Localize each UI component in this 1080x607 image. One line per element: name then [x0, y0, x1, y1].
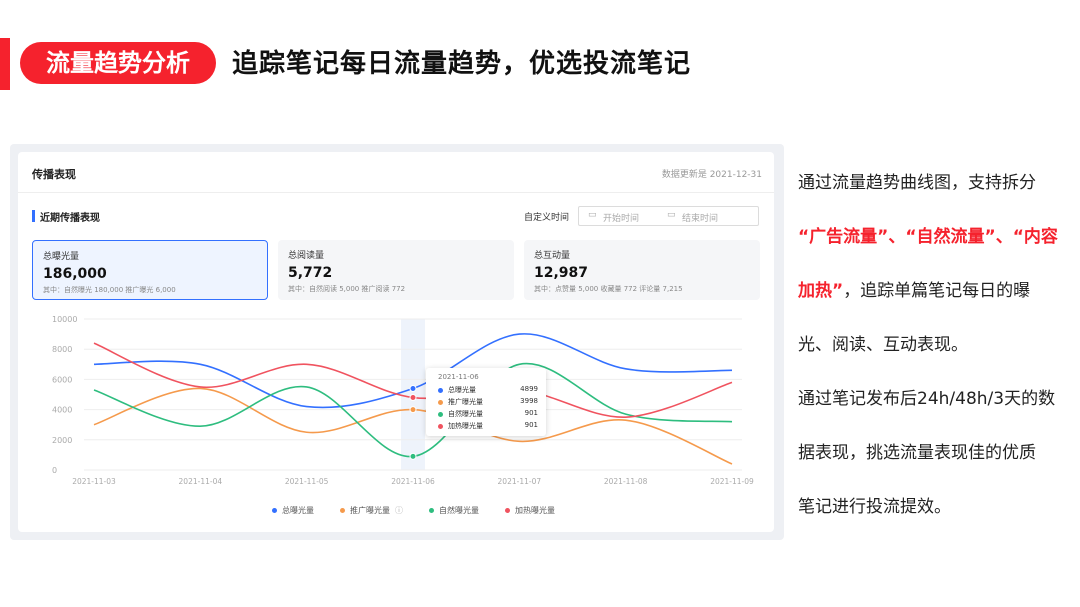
- tooltip-row: 总曝光量 4899: [438, 385, 538, 396]
- legend-label: 总曝光量: [282, 506, 314, 515]
- metric-breakdown: 其中：点赞量 5,000 收藏量 772 评论量 7,215: [534, 285, 683, 293]
- x-tick-label: 2021-11-05: [285, 477, 329, 486]
- y-tick-label: 8000: [52, 345, 72, 354]
- description-line: 通过笔记发布后24h/48h/3天的数: [798, 389, 1056, 409]
- tooltip-swatch: [438, 424, 443, 429]
- description-line: 通过流量趋势曲线图，支持拆分: [798, 173, 1036, 193]
- section-marker: [32, 210, 35, 222]
- section-pill: 流量趋势分析: [20, 42, 216, 84]
- legend-item[interactable]: 自然曝光量: [429, 505, 479, 516]
- y-tick-label: 10000: [52, 315, 77, 324]
- metric-label: 总互动量: [534, 251, 571, 261]
- metric-label: 总阅读量: [288, 251, 325, 261]
- tooltip-swatch: [438, 388, 443, 393]
- metric-value: 12,987: [534, 265, 589, 281]
- update-timestamp: 数据更新是 2021-12-31: [661, 170, 762, 180]
- legend-label: 加热曝光量: [515, 506, 555, 515]
- description-line: 笔记进行投流提效。: [798, 497, 951, 517]
- metric-breakdown: 其中：自然阅读 5,000 推广阅读 772: [288, 285, 406, 293]
- accent-bar: [0, 38, 10, 90]
- metric-label: 总曝光量: [43, 252, 80, 262]
- legend-swatch: [340, 508, 345, 513]
- description-line: 加热”，追踪单篇笔记每日的曝: [798, 281, 1031, 301]
- description-line: “广告流量”、“自然流量”、“内容: [798, 227, 1058, 247]
- x-tick-label: 2021-11-08: [604, 477, 648, 486]
- metric-breakdown: 其中：自然曝光 180,000 推广曝光 6,000: [43, 286, 176, 294]
- legend-swatch: [272, 508, 277, 513]
- page-headline: 追踪笔记每日流量趋势，优选投流笔记: [232, 49, 692, 79]
- x-tick-label: 2021-11-03: [72, 477, 116, 486]
- legend-label: 推广曝光量: [350, 506, 390, 515]
- chart-tooltip: 2021-11-06 总曝光量 4899 推广曝光量 3998 自然曝光量 901 加…: [426, 368, 546, 436]
- metric-value: 5,772: [288, 265, 333, 281]
- calendar-icon: ▭: [667, 210, 676, 220]
- data-point: [409, 406, 417, 414]
- chart-legend: 总曝光量 推广曝光量 ⓘ 自然曝光量 加热曝光量: [272, 505, 555, 516]
- info-icon: ⓘ: [395, 506, 403, 515]
- tooltip-swatch: [438, 412, 443, 417]
- metric-card-interactions[interactable]: 总互动量 12,987 其中：点赞量 5,000 收藏量 772 评论量 7,2…: [524, 240, 760, 300]
- data-point: [409, 452, 417, 460]
- x-tick-label: 2021-11-09: [710, 477, 754, 486]
- tooltip-row: 推广曝光量 3998: [438, 397, 538, 408]
- tooltip-date: 2021-11-06: [438, 373, 479, 381]
- section-title: 近期传播表现: [40, 213, 100, 224]
- legend-item[interactable]: 推广曝光量 ⓘ: [340, 505, 403, 516]
- legend-item[interactable]: 加热曝光量: [505, 505, 555, 516]
- y-tick-label: 4000: [52, 406, 72, 415]
- data-point: [409, 394, 417, 402]
- description-line: 光、阅读、互动表现。: [798, 335, 968, 355]
- data-point: [409, 384, 417, 392]
- divider: [18, 192, 774, 193]
- legend-label: 自然曝光量: [439, 506, 479, 515]
- calendar-icon: ▭: [588, 210, 597, 220]
- x-tick-label: 2021-11-06: [391, 477, 435, 486]
- start-date-input[interactable]: 开始时间: [603, 211, 639, 224]
- description-text: 通过流量趋势曲线图，支持拆分 “广告流量”、“自然流量”、“内容 加热”，追踪单…: [798, 156, 1068, 534]
- legend-swatch: [505, 508, 510, 513]
- description-line: 据表现，挑选流量表现佳的优质: [798, 443, 1036, 463]
- end-date-input[interactable]: 结束时间: [682, 211, 718, 224]
- metric-card-reads[interactable]: 总阅读量 5,772 其中：自然阅读 5,000 推广阅读 772: [278, 240, 514, 300]
- card-title: 传播表现: [32, 168, 76, 181]
- metric-value: 186,000: [43, 266, 107, 282]
- y-tick-label: 0: [52, 466, 57, 475]
- y-tick-label: 6000: [52, 375, 72, 384]
- legend-item[interactable]: 总曝光量: [272, 505, 314, 516]
- tooltip-swatch: [438, 400, 443, 405]
- x-tick-label: 2021-11-04: [179, 477, 223, 486]
- tooltip-row: 加热曝光量 901: [438, 421, 538, 432]
- metric-card-exposure[interactable]: 总曝光量 186,000 其中：自然曝光 180,000 推广曝光 6,000: [32, 240, 268, 300]
- traffic-line-chart[interactable]: 0 2000 4000 6000 8000 10000 2021-11-03 2021-11-…: [18, 308, 774, 498]
- legend-swatch: [429, 508, 434, 513]
- x-tick-label: 2021-11-07: [498, 477, 542, 486]
- y-tick-label: 2000: [52, 436, 72, 445]
- date-range-picker[interactable]: ▭ 开始时间 ▭ 结束时间: [578, 206, 759, 226]
- tooltip-row: 自然曝光量 901: [438, 409, 538, 420]
- custom-time-label: 自定义时间: [524, 213, 570, 223]
